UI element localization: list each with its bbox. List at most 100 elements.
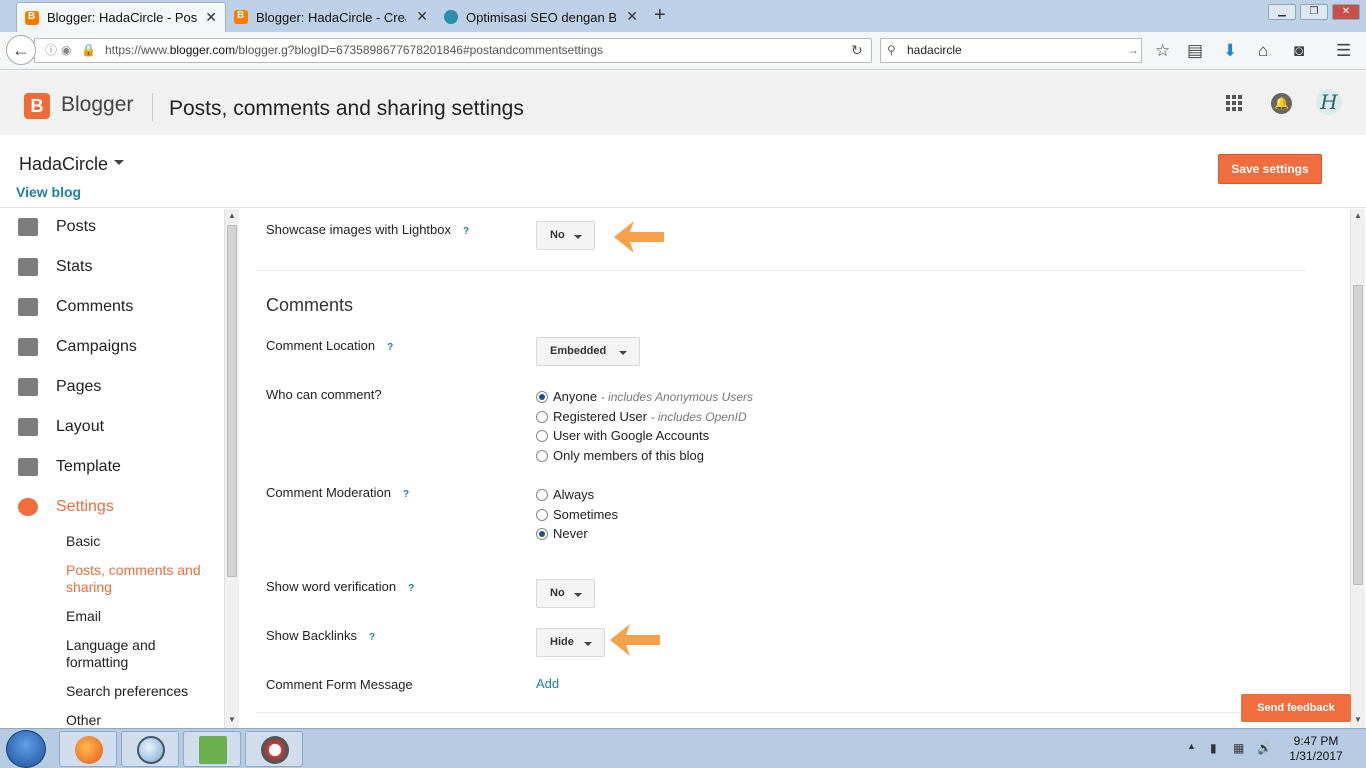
pocket-icon[interactable]: ◙ — [1294, 41, 1304, 61]
radio-always[interactable]: Always — [536, 486, 594, 504]
windows-start-icon[interactable] — [6, 730, 46, 768]
help-icon[interactable]: ? — [403, 489, 409, 500]
taskbar: ▲ ▮ ▦ 🔊 9:47 PM 1/31/2017 — [0, 728, 1366, 768]
sidebar-item-posts[interactable]: Posts — [0, 212, 224, 242]
help-icon[interactable]: ? — [463, 226, 469, 237]
search-input[interactable]: ⚲ hadacircle → — [880, 38, 1142, 63]
radio-never[interactable]: Never — [536, 525, 588, 543]
browser-tab[interactable]: Blogger: HadaCircle - Crea... ✕ — [226, 2, 436, 32]
info-icon[interactable]: ⓘ — [45, 39, 57, 62]
scroll-up-icon[interactable]: ▲ — [228, 211, 236, 220]
comment-moderation-label: Comment Moderation? — [266, 485, 410, 500]
notepad-icon — [199, 736, 227, 764]
scroll-down-icon[interactable]: ▼ — [1354, 715, 1362, 724]
blogger-favicon-icon — [25, 10, 39, 25]
sidebar-subitem-basic[interactable]: Basic — [66, 533, 216, 550]
radio-button[interactable] — [536, 391, 548, 403]
taskbar-snipping-app[interactable] — [245, 731, 303, 767]
search-go-icon[interactable]: → — [1127, 39, 1139, 62]
close-tab-icon[interactable]: ✕ — [205, 9, 217, 26]
close-tab-icon[interactable]: ✕ — [416, 8, 428, 25]
close-window-icon[interactable]: ✕ — [1332, 4, 1360, 20]
apps-grid-icon[interactable] — [1226, 95, 1242, 111]
radio-anyone[interactable]: Anyone - includes Anonymous Users — [536, 388, 753, 406]
sidebar-item-stats[interactable]: Stats — [0, 252, 224, 282]
scroll-up-icon[interactable]: ▲ — [1354, 211, 1362, 220]
sidebar-scrollbar[interactable]: ▲ ▼ — [224, 209, 239, 728]
address-bar[interactable]: ⓘ ◉ 🔒 https://www.blogger.com/blogger.g?… — [34, 38, 872, 63]
tracking-icon[interactable]: ◉ — [61, 39, 71, 62]
sidebar-subitem-search-preferences[interactable]: Search preferences — [66, 683, 216, 700]
lightbox-select[interactable]: No — [536, 221, 595, 250]
taskbar-search-app[interactable] — [121, 731, 179, 767]
blogger-logo-icon[interactable]: B — [24, 93, 50, 119]
sidebar-item-pages[interactable]: Pages — [0, 372, 224, 402]
sidebar-item-template[interactable]: Template — [0, 452, 224, 482]
radio-button[interactable] — [536, 450, 548, 462]
help-icon[interactable]: ? — [387, 342, 393, 353]
sidebar-item-comments[interactable]: Comments — [0, 292, 224, 322]
close-tab-icon[interactable]: ✕ — [626, 8, 638, 25]
back-button[interactable]: ← — [6, 35, 36, 65]
blog-subheader: HadaCircle View blog Save settings — [0, 135, 1366, 208]
tab-title: Optimisasi SEO dengan Blo... — [466, 9, 616, 25]
radio-registered-user[interactable]: Registered User - includes OpenID — [536, 408, 747, 426]
menu-icon[interactable]: ☰ — [1336, 41, 1351, 61]
view-blog-link[interactable]: View blog — [16, 184, 81, 200]
browser-tab[interactable]: Optimisasi SEO dengan Blo... ✕ — [436, 2, 646, 32]
download-icon[interactable]: ⬇ — [1223, 41, 1237, 61]
scroll-down-icon[interactable]: ▼ — [228, 715, 236, 724]
volume-icon[interactable]: 🔊 — [1257, 741, 1272, 755]
sidebar-item-settings[interactable]: Settings — [0, 492, 224, 522]
add-form-message-link[interactable]: Add — [536, 676, 559, 691]
tray-expand-icon[interactable]: ▲ — [1187, 741, 1196, 751]
send-feedback-button[interactable]: Send feedback — [1241, 694, 1351, 722]
chevron-down-icon[interactable] — [114, 160, 124, 165]
radio-button[interactable] — [536, 411, 548, 423]
bookmark-star-icon[interactable]: ☆ — [1155, 41, 1170, 61]
radio-members-only[interactable]: Only members of this blog — [536, 447, 704, 465]
reading-list-icon[interactable]: ▤ — [1187, 41, 1203, 61]
blog-title[interactable]: HadaCircle — [19, 154, 108, 175]
radio-button[interactable] — [536, 528, 548, 540]
browser-tab[interactable]: Blogger: HadaCircle - Post... ✕ — [16, 2, 226, 32]
scrollbar-thumb[interactable] — [1353, 285, 1363, 585]
notifications-bell-icon[interactable]: 🔔 — [1271, 93, 1292, 114]
sidebar-item-layout[interactable]: Layout — [0, 412, 224, 442]
comment-location-label: Comment Location? — [266, 338, 394, 353]
sidebar-subitem-language[interactable]: Language and formatting — [66, 637, 216, 671]
save-settings-button[interactable]: Save settings — [1218, 154, 1322, 184]
avatar[interactable]: H — [1316, 89, 1342, 115]
help-icon[interactable]: ? — [408, 583, 414, 594]
radio-button[interactable] — [536, 430, 548, 442]
word-verification-select[interactable]: No — [536, 579, 595, 608]
chevron-down-icon — [619, 351, 627, 355]
backlinks-select[interactable]: Hide — [536, 628, 605, 657]
tab-title: Blogger: HadaCircle - Post... — [47, 10, 197, 25]
clock-time: 9:47 PM — [1293, 734, 1339, 748]
taskbar-editor-app[interactable] — [183, 731, 241, 767]
radio-google-accounts[interactable]: User with Google Accounts — [536, 427, 709, 445]
network-icon[interactable]: ▦ — [1233, 741, 1244, 755]
reload-icon[interactable]: ↻ — [851, 39, 863, 62]
home-icon[interactable]: ⌂ — [1258, 41, 1268, 61]
new-tab-icon[interactable]: + — [654, 4, 666, 27]
sidebar-subitem-posts-comments-sharing[interactable]: Posts, comments and sharing — [66, 562, 216, 596]
pages-icon — [18, 378, 38, 396]
sidebar-subitem-email[interactable]: Email — [66, 608, 216, 625]
help-icon[interactable]: ? — [369, 632, 375, 643]
system-clock[interactable]: 9:47 PM 1/31/2017 — [1284, 734, 1348, 764]
maximize-icon[interactable]: ❐ — [1300, 4, 1328, 20]
comment-location-select[interactable]: Embedded — [536, 337, 640, 366]
scrollbar-thumb[interactable] — [227, 225, 237, 577]
minimize-icon[interactable]: ▁ — [1268, 4, 1296, 20]
radio-button[interactable] — [536, 509, 548, 521]
sidebar-item-campaigns[interactable]: Campaigns — [0, 332, 224, 362]
radio-sometimes[interactable]: Sometimes — [536, 506, 618, 524]
brand-name[interactable]: Blogger — [61, 93, 133, 117]
radio-button[interactable] — [536, 489, 548, 501]
battery-icon[interactable]: ▮ — [1210, 741, 1217, 755]
main-scrollbar[interactable]: ▲ ▼ — [1350, 209, 1365, 728]
taskbar-firefox[interactable] — [59, 731, 117, 767]
sidebar-subitem-other[interactable]: Other — [66, 712, 216, 728]
